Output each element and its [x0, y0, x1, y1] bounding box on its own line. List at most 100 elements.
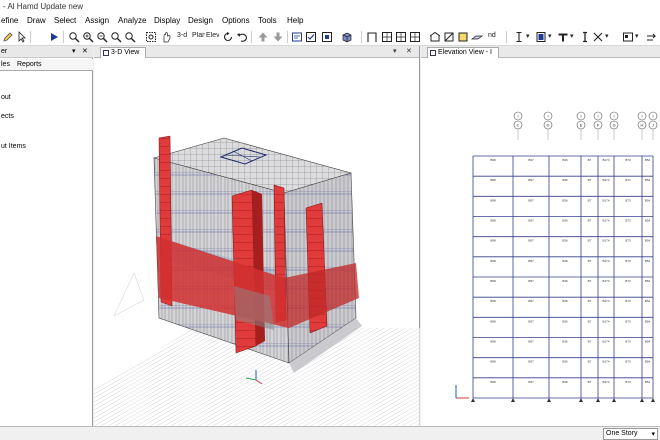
- play-icon[interactable]: [48, 31, 60, 43]
- zoom-window-icon[interactable]: [68, 31, 80, 43]
- section-icon[interactable]: [395, 31, 407, 43]
- grid-bubble-label: I: [580, 114, 581, 119]
- area-icon[interactable]: [381, 31, 393, 43]
- elevation-canvas[interactable]: B98 B97 B36 B7 B174 B73 B54 B98 B97 B36 B7 B174 B73 B…: [421, 58, 660, 426]
- support-icon: [596, 398, 600, 402]
- member-label: B73: [625, 219, 631, 223]
- move-up-icon[interactable]: [257, 31, 269, 43]
- dropdown-arrow-icon[interactable]: ▾: [570, 32, 574, 40]
- menu-define[interactable]: efine: [1, 16, 18, 25]
- move-down-icon[interactable]: [272, 31, 284, 43]
- member-label: B54: [645, 380, 651, 384]
- member-label: B54: [645, 239, 651, 243]
- tree-item-objects[interactable]: ects: [1, 113, 14, 120]
- 3d-model-canvas[interactable]: [94, 58, 420, 426]
- pencil-icon[interactable]: [2, 31, 14, 43]
- member-label: B54: [645, 340, 651, 344]
- zoom-all-icon[interactable]: [145, 31, 157, 43]
- select-all-icon[interactable]: [291, 31, 303, 43]
- zoom-restore-icon[interactable]: [110, 31, 122, 43]
- view-3d-button[interactable]: 3-d: [177, 32, 187, 39]
- dropdown-arrow-icon[interactable]: ▾: [605, 32, 609, 40]
- column-icon[interactable]: [429, 31, 441, 43]
- menu-analyze[interactable]: Analyze: [118, 16, 146, 25]
- brace-section-icon[interactable]: [592, 31, 604, 43]
- zoom-in-icon[interactable]: [82, 31, 94, 43]
- member-label: B73: [625, 279, 631, 283]
- member-label: B174: [602, 158, 609, 162]
- undo-icon[interactable]: [236, 31, 248, 43]
- extrude-icon[interactable]: [341, 31, 353, 43]
- support-icon: [640, 398, 644, 402]
- menu-bar: efine Draw Select Assign Analyze Display…: [0, 14, 660, 28]
- member-label: B97: [528, 319, 534, 323]
- display-options-icon[interactable]: [305, 31, 317, 43]
- menu-tools[interactable]: Tools: [258, 16, 277, 25]
- explorer-close-icon[interactable]: ✕: [82, 47, 88, 55]
- column-section-icon[interactable]: [579, 31, 591, 43]
- grid-bubble-label: I: [652, 114, 653, 119]
- member-label: B7: [588, 219, 592, 223]
- menu-draw[interactable]: Draw: [27, 16, 46, 25]
- tab-elevation-view[interactable]: Elevation View - I: [427, 47, 499, 58]
- elevation-icon: [430, 50, 436, 56]
- 3d-view-pin-icon[interactable]: ▾: [393, 47, 397, 55]
- zoom-out-icon[interactable]: [96, 31, 108, 43]
- joint-icon[interactable]: [622, 31, 634, 43]
- frame-icon[interactable]: [366, 31, 378, 43]
- member-label: B54: [645, 299, 651, 303]
- brace-icon[interactable]: [443, 31, 455, 43]
- member-label: B98: [490, 259, 496, 263]
- slab-icon[interactable]: [471, 31, 483, 43]
- member-label: B174: [602, 178, 609, 182]
- member-label: B174: [602, 279, 609, 283]
- member-label: B174: [602, 340, 609, 344]
- member-label: B97: [528, 198, 534, 202]
- rotate-icon[interactable]: [222, 31, 234, 43]
- menu-design[interactable]: Design: [188, 16, 213, 25]
- menu-select[interactable]: Select: [54, 16, 76, 25]
- member-label: B98: [490, 340, 496, 344]
- link-icon[interactable]: [645, 31, 657, 43]
- story-dropdown[interactable]: One Story ▾: [603, 428, 658, 440]
- member-label: B174: [602, 380, 609, 384]
- member-icon[interactable]: [513, 31, 525, 43]
- shell-icon[interactable]: [535, 31, 547, 43]
- title-bar: - Al Hamd Update new: [0, 0, 660, 14]
- tab-tables[interactable]: les: [1, 61, 10, 68]
- tab-reports[interactable]: Reports: [17, 61, 42, 68]
- menu-options[interactable]: Options: [222, 16, 250, 25]
- elevation-view-pane: Elevation View - I B98 B97 B36 B7 B174 B73 B54…: [421, 46, 660, 426]
- plan-view-button[interactable]: Plan: [192, 32, 205, 39]
- menu-display[interactable]: Display: [154, 16, 180, 25]
- object-shrink-icon[interactable]: [321, 31, 333, 43]
- 3d-view-close-icon[interactable]: ✕: [406, 47, 412, 55]
- explorer-tabs: les Reports: [0, 59, 93, 71]
- wall-icon[interactable]: [457, 31, 469, 43]
- support-icon: [579, 398, 583, 402]
- elevation-view-button[interactable]: Elev: [206, 32, 219, 39]
- member-label: B97: [528, 340, 534, 344]
- tab-3d-view-label: 3-D View: [111, 49, 140, 56]
- nd-button[interactable]: nd: [488, 32, 496, 39]
- dropdown-arrow-icon[interactable]: ▾: [635, 32, 639, 40]
- pan-icon[interactable]: [160, 31, 172, 43]
- grid-bubble-label: I: [547, 114, 548, 119]
- menu-help[interactable]: Help: [287, 16, 303, 25]
- grid-bubble-label: I: [641, 114, 642, 119]
- zoom-previous-icon[interactable]: [124, 31, 136, 43]
- menu-assign[interactable]: Assign: [85, 16, 109, 25]
- dropdown-arrow-icon[interactable]: ▾: [548, 32, 552, 40]
- tree-item-output-items[interactable]: ut Items: [1, 143, 26, 150]
- tree-item-layout[interactable]: out: [1, 94, 11, 101]
- beam-icon[interactable]: [409, 31, 421, 43]
- toolbar-separator: [63, 31, 64, 43]
- member-label: B97: [528, 380, 534, 384]
- explorer-pin-icon[interactable]: ▾: [72, 47, 76, 55]
- pointer-icon[interactable]: [16, 31, 28, 43]
- tab-3d-view[interactable]: 3-D View: [100, 47, 147, 58]
- tee-beam-icon[interactable]: [557, 31, 569, 43]
- support-icon: [612, 398, 616, 402]
- member-label: B73: [625, 239, 631, 243]
- dropdown-arrow-icon[interactable]: ▾: [526, 32, 530, 40]
